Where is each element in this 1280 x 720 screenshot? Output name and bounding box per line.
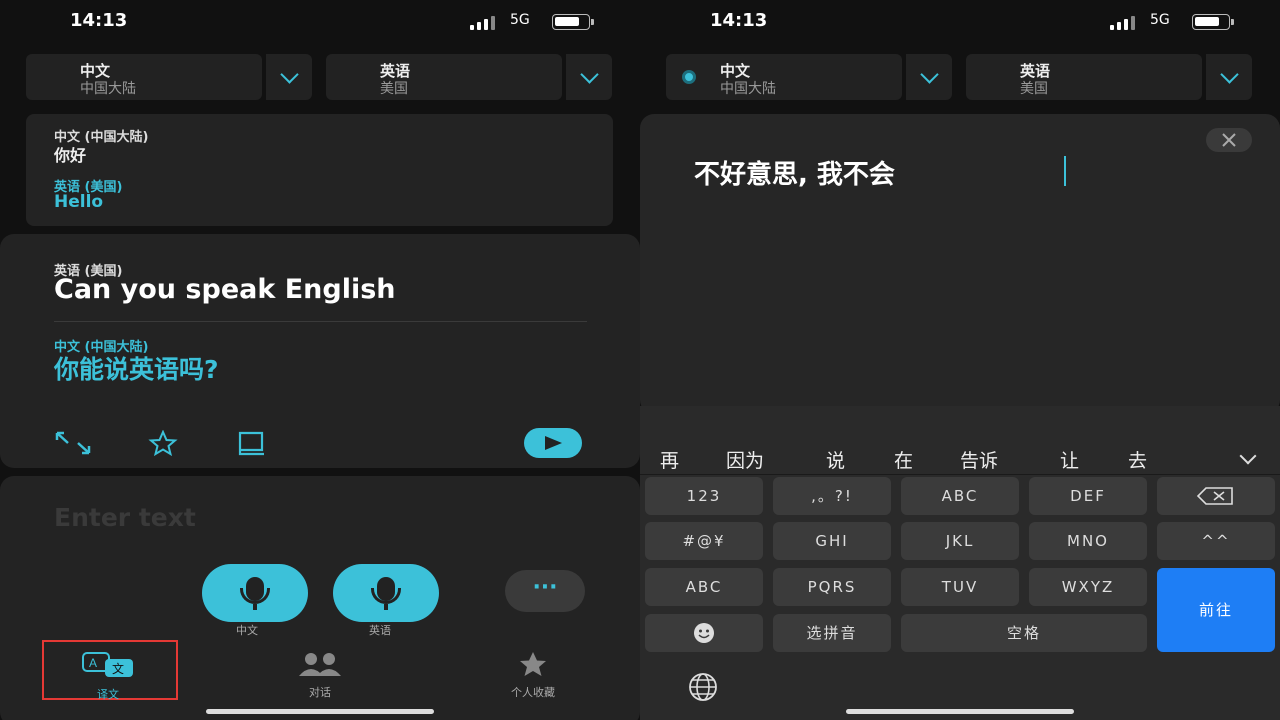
mic-english-button[interactable] [333, 564, 439, 622]
target-language-chevron-down-icon[interactable] [566, 54, 612, 100]
target-language-region: 美国 [1020, 81, 1048, 97]
key-wxyz[interactable]: WXYZ [1029, 568, 1147, 606]
key-emoticon[interactable]: ^^ [1157, 522, 1275, 560]
emoji-icon [694, 623, 714, 643]
target-language-selector[interactable]: 英语 美国 [326, 54, 562, 100]
recording-indicator-icon [682, 70, 696, 84]
space-key[interactable]: 空格 [901, 614, 1147, 652]
svg-text:A: A [89, 656, 97, 670]
key-abc[interactable]: ABC [901, 477, 1019, 515]
target-language-selector[interactable]: 英语 美国 [966, 54, 1202, 100]
emoji-key[interactable] [645, 614, 763, 652]
tab-conversation[interactable]: 对话 [288, 650, 352, 700]
input-screen: 14:13 5G 中文 中国大陆 英语 美国 不好意思, 我不会 再 因为 说 … [640, 0, 1280, 720]
divider [54, 321, 587, 322]
play-button[interactable] [524, 428, 582, 458]
target-language-chevron-down-icon[interactable] [1206, 54, 1252, 100]
key-tuv[interactable]: TUV [901, 568, 1019, 606]
battery-icon [1192, 14, 1234, 30]
tab-conversation-label: 对话 [309, 686, 331, 699]
candidate-word[interactable]: 说 [826, 446, 845, 473]
source-language-region: 中国大陆 [80, 81, 136, 97]
key-abc-mode[interactable]: ABC [645, 568, 763, 606]
key-pqrs[interactable]: PQRS [773, 568, 891, 606]
close-icon [1222, 133, 1236, 147]
key-123[interactable]: 123 [645, 477, 763, 515]
candidate-word[interactable]: 让 [1060, 446, 1079, 473]
tab-translate-label: 译文 [97, 688, 119, 701]
status-time: 14:13 [70, 10, 128, 31]
expand-icon[interactable] [54, 430, 92, 456]
source-language-selector[interactable]: 中文 中国大陆 [26, 54, 262, 100]
text-input[interactable]: Enter text [54, 503, 196, 532]
current-translation-card: 英语 (美国) Can you speak English 中文 (中国大陆) … [0, 234, 640, 468]
key-punctuation[interactable]: ,。?! [773, 477, 891, 515]
collapse-keyboard-chevron-down-icon[interactable] [1239, 447, 1257, 465]
key-def[interactable]: DEF [1029, 477, 1147, 515]
candidate-word[interactable]: 告诉 [960, 446, 998, 473]
translate-screen: 14:13 5G 中文 中国大陆 英语 美国 中文 (中国大陆) 你好 英语 (… [0, 0, 640, 720]
text-cursor [1064, 156, 1066, 186]
status-bar: 14:13 5G [0, 10, 640, 34]
signal-icon [470, 14, 500, 30]
network-label: 5G [1150, 12, 1170, 28]
candidate-word[interactable]: 在 [894, 446, 913, 473]
candidate-word[interactable]: 再 [660, 446, 679, 473]
input-text: 不好意思, 我不会 [694, 160, 895, 190]
signal-icon [1110, 14, 1140, 30]
source-language-selector[interactable]: 中文 中国大陆 [666, 54, 902, 100]
play-icon [545, 436, 562, 450]
tab-favorites-label: 个人收藏 [511, 686, 555, 699]
status-time: 14:13 [710, 10, 768, 31]
history-source-text: 你好 [54, 146, 87, 165]
star-filled-icon [520, 652, 546, 676]
mic-chinese-label: 中文 [236, 624, 258, 637]
tab-favorites[interactable]: 个人收藏 [496, 650, 570, 700]
go-button[interactable]: 前往 [1157, 568, 1275, 652]
target-language-region: 美国 [380, 81, 408, 97]
source-language-region: 中国大陆 [720, 81, 776, 97]
tab-translate[interactable]: A 文 译文 [70, 650, 146, 702]
current-source-text: Can you speak English [54, 274, 396, 305]
star-icon[interactable] [144, 430, 182, 456]
home-indicator [206, 709, 434, 714]
backspace-icon [1196, 487, 1233, 505]
backspace-key[interactable] [1157, 477, 1275, 515]
network-label: 5G [510, 12, 530, 28]
battery-icon [552, 14, 594, 30]
source-language-chevron-down-icon[interactable] [906, 54, 952, 100]
key-ghi[interactable]: GHI [773, 522, 891, 560]
key-jkl[interactable]: JKL [901, 522, 1019, 560]
translate-icon: A 文 [82, 652, 133, 677]
book-icon[interactable] [234, 430, 272, 456]
mic-chinese-button[interactable] [202, 564, 308, 622]
mic-english-label: 英语 [369, 624, 391, 637]
home-indicator [846, 709, 1074, 714]
svg-text:文: 文 [112, 661, 124, 676]
candidate-word[interactable]: 因为 [726, 446, 764, 473]
history-target-text: Hello [54, 192, 104, 212]
text-input-area[interactable]: 不好意思, 我不会 [640, 114, 1280, 414]
globe-icon[interactable] [686, 670, 720, 704]
key-mno[interactable]: MNO [1029, 522, 1147, 560]
current-target-text: 你能说英语吗? [54, 355, 219, 384]
divider [640, 474, 1280, 475]
status-bar: 14:13 5G [640, 10, 1280, 34]
candidate-word[interactable]: 去 [1128, 446, 1147, 473]
clear-button[interactable] [1206, 128, 1252, 152]
key-symbols[interactable]: #@¥ [645, 522, 763, 560]
history-translation-card[interactable]: 中文 (中国大陆) 你好 英语 (美国) Hello [26, 114, 613, 226]
more-options-button[interactable]: ··· [505, 570, 585, 612]
people-icon [299, 653, 341, 676]
pinyin-select-key[interactable]: 选拼音 [773, 614, 891, 652]
source-language-chevron-down-icon[interactable] [266, 54, 312, 100]
